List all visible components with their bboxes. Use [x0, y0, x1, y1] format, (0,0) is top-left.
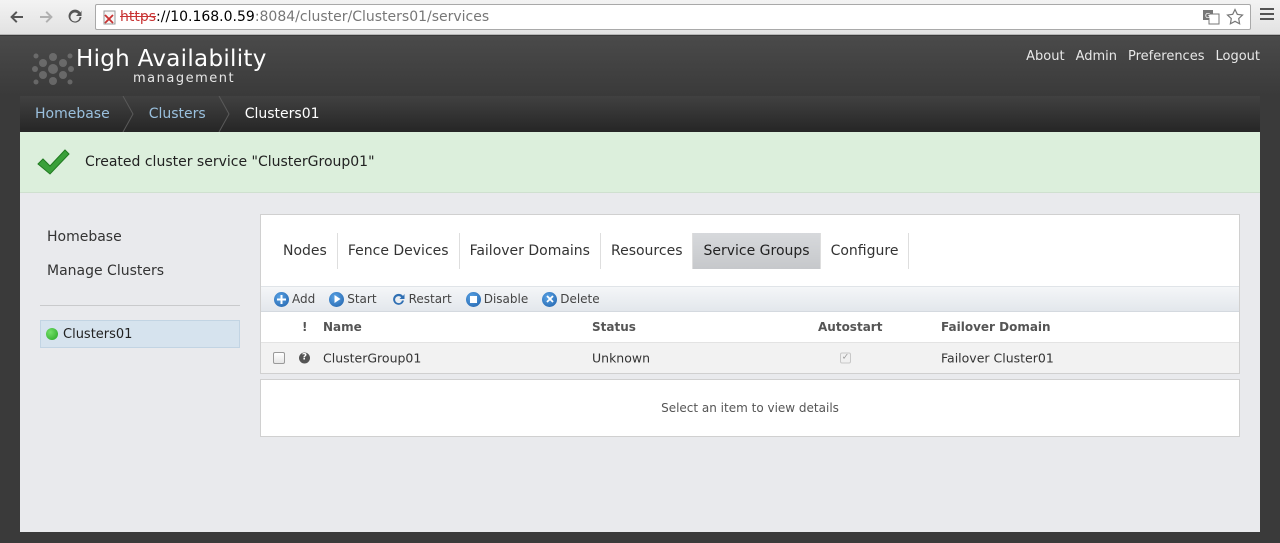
translate-icon[interactable]: G	[1202, 8, 1220, 26]
column-failover-domain[interactable]: Failover Domain	[941, 320, 1051, 334]
success-notice: Created cluster service "ClusterGroup01"	[20, 132, 1260, 193]
restart-icon	[392, 293, 405, 305]
unknown-status-icon: ?	[299, 352, 310, 364]
play-icon	[329, 291, 345, 307]
row-checkbox[interactable]	[273, 352, 285, 364]
disable-label: Disable	[483, 292, 529, 306]
browser-toolbar: https://10.168.0.59:8084/cluster/Cluster…	[0, 0, 1280, 35]
services-panel: Nodes Fence Devices Failover Domains Res…	[260, 214, 1240, 374]
disable-button[interactable]: Disable	[465, 291, 529, 307]
sidebar-divider	[40, 305, 240, 306]
autostart-check-icon: ✓	[840, 352, 851, 364]
sidebar-nav: Homebase Manage Clusters	[47, 229, 164, 297]
add-icon	[274, 291, 289, 307]
tab-configure[interactable]: Configure	[821, 233, 910, 269]
table-row[interactable]: ? ClusterGroup01 Unknown ✓ Failover Clus…	[261, 342, 1239, 373]
column-autostart[interactable]: Autostart	[818, 320, 882, 334]
delete-label: Delete	[560, 292, 600, 306]
start-button[interactable]: Start	[329, 291, 377, 307]
breadcrumb: Homebase Clusters Clusters01	[20, 96, 1260, 132]
logout-link[interactable]: Logout	[1215, 49, 1260, 64]
add-label: Add	[292, 292, 316, 306]
restart-button[interactable]: Restart	[391, 292, 452, 307]
start-label: Start	[347, 292, 377, 306]
reload-icon[interactable]	[64, 6, 86, 28]
cluster-label: Clusters01	[63, 326, 133, 342]
back-arrow-icon[interactable]	[6, 6, 28, 28]
status-dot-icon	[46, 328, 58, 340]
tab-resources[interactable]: Resources	[601, 233, 694, 269]
breadcrumb-label: Clusters01	[244, 106, 320, 122]
stop-icon	[465, 291, 481, 307]
insecure-lock-icon[interactable]	[102, 8, 118, 26]
sidebar-item-manage-clusters[interactable]: Manage Clusters	[47, 263, 164, 279]
breadcrumb-current: Clusters01	[230, 96, 344, 132]
address-bar[interactable]: https://10.168.0.59:8084/cluster/Cluster…	[95, 4, 1251, 30]
bookmark-star-icon[interactable]	[1226, 8, 1244, 26]
content-area: Created cluster service "ClusterGroup01"…	[20, 132, 1260, 532]
row-status: Unknown	[592, 350, 651, 366]
details-panel: Select an item to view details	[260, 379, 1240, 437]
url-path: :8084/cluster/Clusters01/services	[254, 9, 490, 25]
add-button[interactable]: Add	[274, 291, 316, 307]
tab-fence-devices[interactable]: Fence Devices	[338, 233, 460, 269]
about-link[interactable]: About	[1026, 49, 1064, 64]
sidebar-item-homebase[interactable]: Homebase	[47, 229, 164, 245]
logo-mark-icon	[32, 53, 74, 85]
tab-bar: Nodes Fence Devices Failover Domains Res…	[273, 233, 910, 269]
column-alert: !	[302, 320, 308, 334]
tab-failover-domains[interactable]: Failover Domains	[460, 233, 601, 269]
column-name[interactable]: Name	[323, 320, 362, 334]
url-text: https://10.168.0.59:8084/cluster/Cluster…	[120, 5, 489, 29]
svg-text:G: G	[1205, 12, 1210, 20]
forward-arrow-icon[interactable]	[35, 6, 57, 28]
tab-service-groups[interactable]: Service Groups	[693, 233, 821, 269]
row-name: ClusterGroup01	[323, 350, 422, 366]
delete-button[interactable]: Delete	[542, 291, 600, 307]
column-status[interactable]: Status	[592, 320, 636, 334]
browser-menu-icon[interactable]	[1260, 8, 1274, 24]
admin-link[interactable]: Admin	[1076, 49, 1117, 64]
breadcrumb-clusters[interactable]: Clusters	[134, 96, 230, 132]
top-nav: About Admin Preferences Logout	[1026, 49, 1260, 64]
delete-icon	[542, 291, 558, 307]
app-header: High Availability management About Admin…	[0, 36, 1280, 96]
breadcrumb-separator-icon	[218, 96, 230, 132]
app-subtitle: management	[133, 71, 236, 86]
breadcrumb-homebase[interactable]: Homebase	[20, 96, 134, 132]
details-placeholder: Select an item to view details	[661, 401, 839, 415]
breadcrumb-separator-icon	[122, 96, 134, 132]
breadcrumb-label: Homebase	[35, 106, 110, 122]
restart-label: Restart	[408, 292, 452, 306]
app-title: High Availability	[76, 46, 267, 72]
notice-text: Created cluster service "ClusterGroup01"	[85, 154, 375, 170]
url-scheme: https	[120, 9, 157, 25]
action-toolbar: Add Start Restart Disable Delete	[261, 286, 1239, 312]
tab-nodes[interactable]: Nodes	[273, 233, 338, 269]
url-host: ://10.168.0.59	[156, 9, 255, 25]
breadcrumb-label: Clusters	[148, 106, 206, 122]
row-failover-domain: Failover Cluster01	[941, 350, 1054, 366]
preferences-link[interactable]: Preferences	[1128, 49, 1204, 64]
checkmark-icon	[37, 149, 70, 175]
sidebar-cluster-item[interactable]: Clusters01	[40, 320, 240, 348]
table-header: ! Name Status Autostart Failover Domain	[261, 312, 1239, 342]
